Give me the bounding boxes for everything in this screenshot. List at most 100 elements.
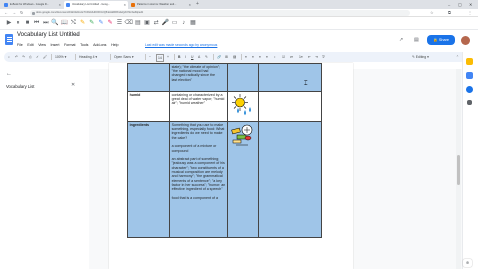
font-size-decrease-icon[interactable]: − xyxy=(149,52,151,62)
explore-button[interactable]: ⊕ xyxy=(463,259,472,267)
calendar-icon[interactable] xyxy=(466,86,473,93)
blue-highlighter-icon[interactable]: ✎ xyxy=(98,20,104,26)
spellcheck-icon[interactable]: ✓ xyxy=(36,52,39,62)
undo-icon[interactable]: ↶ xyxy=(15,52,18,62)
activity-trend-icon[interactable]: ↗ xyxy=(399,37,403,43)
bulleted-list-icon[interactable]: •≡ xyxy=(290,52,293,62)
dictionary-icon[interactable]: 📖 xyxy=(60,20,67,26)
definition-cell[interactable]: state); "the climate of opinion"; "the n… xyxy=(169,63,228,92)
vocabulary-list-icon[interactable]: ▤ xyxy=(135,20,141,26)
notes-cell[interactable] xyxy=(258,121,322,238)
url-field[interactable]: docs.google.com/document/d/1kCE0vx4c7CRH… xyxy=(30,10,410,16)
justify-icon[interactable]: ≡ xyxy=(266,52,268,62)
bookmark-star-icon[interactable]: ☆ xyxy=(430,9,434,17)
reload-icon[interactable]: ↻ xyxy=(20,9,23,17)
menu-item-tools[interactable]: Tools xyxy=(80,43,88,47)
notes-cell[interactable] xyxy=(258,91,322,122)
yellow-highlighter-icon[interactable]: ✎ xyxy=(80,20,86,26)
search-icon[interactable]: 🔍 xyxy=(51,20,58,26)
align-left-icon[interactable]: ≡ xyxy=(245,52,247,62)
image-cell[interactable] xyxy=(227,91,259,122)
font-size-increase-icon[interactable]: + xyxy=(167,52,169,62)
share-button[interactable]: 🔒 Share xyxy=(427,35,455,45)
translate-icon[interactable]: ⇄ xyxy=(153,20,159,26)
back-icon[interactable]: ← xyxy=(4,9,8,17)
stop-icon[interactable]: ■ xyxy=(24,20,30,26)
highlight-color-icon[interactable]: ✎ xyxy=(205,52,208,62)
highlights-list-icon[interactable]: ☰ xyxy=(116,20,122,26)
rewind-icon[interactable]: ⏮ xyxy=(34,20,40,26)
comment-icon[interactable]: ▤ xyxy=(414,37,419,43)
clear-formatting-icon[interactable]: T̸ xyxy=(322,52,324,62)
search-menus-icon[interactable]: ⌕ xyxy=(8,52,10,62)
add-comment-icon[interactable]: ⊞ xyxy=(225,52,228,62)
last-edit-link[interactable]: Last edit was made seconds ago by anonym… xyxy=(145,43,217,47)
menu-item-insert[interactable]: Insert xyxy=(51,43,60,47)
menu-item-edit[interactable]: Edit xyxy=(27,43,33,47)
word-cell[interactable]: humid xyxy=(127,91,170,122)
simplify-icon[interactable]: ▭ xyxy=(172,20,178,26)
shuffle-icon[interactable]: ⤭ xyxy=(70,20,76,26)
font-select[interactable]: Open Sans ▾ xyxy=(114,52,134,62)
star-icon[interactable]: ☆ xyxy=(68,32,73,37)
align-right-icon[interactable]: ≡ xyxy=(259,52,261,62)
insert-link-icon[interactable]: 🔗 xyxy=(217,52,221,62)
forward-icon[interactable]: → xyxy=(12,9,16,17)
screen-mask-icon[interactable]: ▦ xyxy=(190,20,196,26)
menu-item-add-ons[interactable]: Add-ons xyxy=(93,43,106,47)
editing-mode-select[interactable]: ✎ Editing ▾ xyxy=(412,52,429,62)
browser-tab[interactable]: E-Book for Windows - Google D... ✕ xyxy=(2,1,63,9)
close-window-icon[interactable]: ✕ xyxy=(469,0,472,9)
word-cell[interactable] xyxy=(127,63,170,92)
pause-icon[interactable]: ⏸ xyxy=(15,20,21,26)
print-icon[interactable]: ⎙ xyxy=(29,52,32,62)
close-tab-icon[interactable]: ✕ xyxy=(58,1,61,9)
browser-menu-icon[interactable]: ⋮ xyxy=(468,9,472,17)
add-on-icon[interactable] xyxy=(467,100,472,105)
avatar[interactable] xyxy=(461,36,470,45)
image-cell[interactable] xyxy=(227,121,259,238)
outline-heading[interactable]: Vocabulary List xyxy=(6,84,34,89)
keep-icon[interactable] xyxy=(466,58,473,65)
definition-cell[interactable]: containing or characterized by a great d… xyxy=(169,91,228,122)
menu-item-view[interactable]: View xyxy=(38,43,46,47)
style-select[interactable]: Heading 4 ▾ xyxy=(79,52,97,62)
close-tab-icon[interactable]: ✕ xyxy=(188,1,191,9)
picture-dictionary-icon[interactable]: ▣ xyxy=(144,20,150,26)
forward-icon[interactable]: ⏭ xyxy=(43,20,49,26)
browser-tab-active[interactable]: Vocabulary List Untitled - Goog... ✕ xyxy=(64,1,128,9)
menu-item-format[interactable]: Format xyxy=(64,43,75,47)
maximize-icon[interactable]: ▢ xyxy=(458,0,462,9)
increase-indent-icon[interactable]: ⇥ xyxy=(315,52,318,62)
bold-icon[interactable]: B xyxy=(178,52,180,62)
text-color-icon[interactable]: A xyxy=(198,52,200,62)
move-folder-icon[interactable]: ▭ xyxy=(75,32,80,37)
image-cell[interactable] xyxy=(227,63,259,92)
zoom-select[interactable]: 100% ▾ xyxy=(55,52,66,62)
google-docs-logo-icon[interactable] xyxy=(5,34,13,45)
decrease-indent-icon[interactable]: ⇤ xyxy=(308,52,311,62)
menu-item-help[interactable]: Help xyxy=(111,43,118,47)
insert-image-icon[interactable]: ▨ xyxy=(233,52,236,62)
font-size-input[interactable]: 14 xyxy=(156,54,164,62)
close-icon[interactable]: ✕ xyxy=(71,82,75,88)
pink-highlighter-icon[interactable]: ✎ xyxy=(107,20,113,26)
numbered-list-icon[interactable]: 1≡ xyxy=(299,52,303,62)
line-spacing-icon[interactable]: ↕ xyxy=(274,52,276,62)
menu-item-file[interactable]: File xyxy=(17,43,23,47)
green-highlighter-icon[interactable]: ✎ xyxy=(89,20,95,26)
hide-menus-icon[interactable]: ⌃ xyxy=(456,52,459,62)
tasks-icon[interactable] xyxy=(466,72,473,79)
checklist-icon[interactable]: ☑ xyxy=(282,52,285,62)
scrollbar-thumb[interactable] xyxy=(457,155,460,185)
speech-input-icon[interactable]: 🎤 xyxy=(162,20,169,26)
align-center-icon[interactable]: ≡ xyxy=(252,52,254,62)
italic-icon[interactable]: I xyxy=(185,52,186,62)
extensions-icon[interactable]: ⧉ xyxy=(448,9,451,17)
clear-highlight-icon[interactable]: ⌫ xyxy=(124,20,132,26)
new-tab-icon[interactable]: + xyxy=(196,0,199,9)
redo-icon[interactable]: ↷ xyxy=(22,52,25,62)
minimize-icon[interactable]: – xyxy=(448,0,450,9)
underline-icon[interactable]: U xyxy=(191,52,193,62)
word-cell[interactable]: ingredients xyxy=(127,121,170,238)
